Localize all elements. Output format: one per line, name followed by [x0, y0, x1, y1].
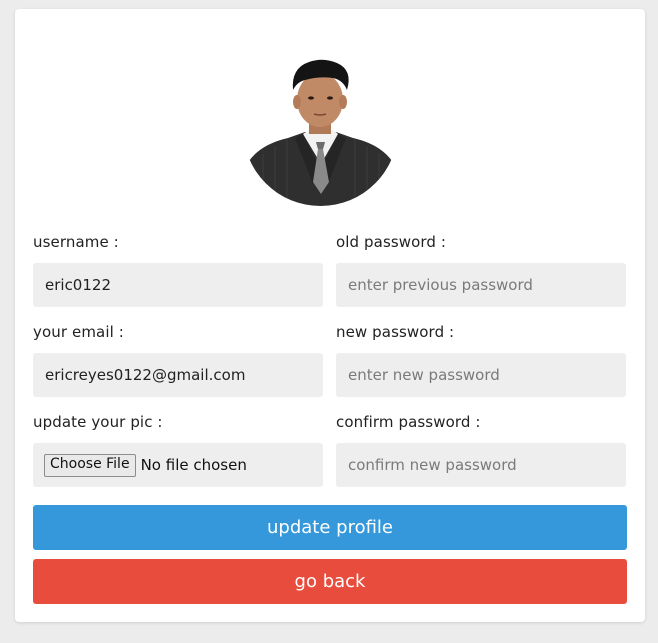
- new-password-input[interactable]: [336, 353, 626, 397]
- email-label: your email :: [33, 323, 124, 341]
- profile-avatar: [243, 54, 398, 206]
- confirm-password-input[interactable]: [336, 443, 626, 487]
- choose-file-button[interactable]: Choose File: [44, 453, 136, 477]
- file-status-text: No file chosen: [140, 456, 247, 474]
- update-profile-button[interactable]: update profile: [33, 505, 627, 550]
- new-password-label: new password :: [336, 323, 455, 341]
- username-input[interactable]: [33, 263, 323, 307]
- old-password-input[interactable]: [336, 263, 626, 307]
- profile-card: username : your email : update your pic …: [15, 9, 645, 622]
- email-input[interactable]: [33, 353, 323, 397]
- go-back-button[interactable]: go back: [33, 559, 627, 604]
- username-label: username :: [33, 233, 119, 251]
- profile-pic-file-input[interactable]: Choose File No file chosen: [33, 443, 323, 487]
- pic-label: update your pic :: [33, 413, 163, 431]
- confirm-password-label: confirm password :: [336, 413, 481, 431]
- old-password-label: old password :: [336, 233, 447, 251]
- profile-photo: [243, 54, 398, 206]
